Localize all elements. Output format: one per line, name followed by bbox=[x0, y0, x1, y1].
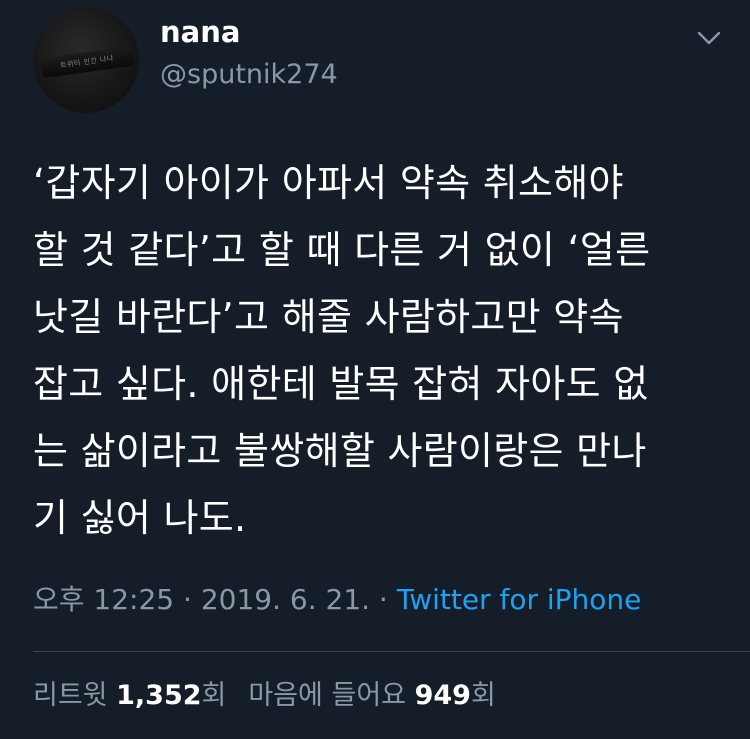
retweets-stat[interactable]: 리트윗 1,352회 bbox=[33, 680, 226, 711]
likes-unit: 회 bbox=[470, 680, 496, 711]
tweet-stats: 리트윗 1,352회 마음에 들어요 949회 bbox=[33, 678, 496, 714]
tweet-meta: 오후 12:25 · 2019. 6. 21. · Twitter for iP… bbox=[33, 582, 641, 618]
chevron-down-icon[interactable] bbox=[695, 28, 723, 48]
retweets-unit: 회 bbox=[201, 680, 227, 711]
avatar-text: 트위터 인간 나나 bbox=[59, 54, 115, 70]
display-name[interactable]: nana bbox=[160, 14, 240, 50]
tweet-source-link[interactable]: Twitter for iPhone bbox=[397, 583, 642, 616]
meta-separator: · bbox=[370, 583, 397, 616]
likes-count: 949 bbox=[414, 680, 471, 711]
user-handle[interactable]: @sputnik274 bbox=[160, 58, 338, 92]
meta-separator: · bbox=[174, 583, 201, 616]
retweets-label: 리트윗 bbox=[33, 680, 108, 711]
avatar[interactable]: 트위터 인간 나나 bbox=[33, 7, 139, 113]
divider bbox=[33, 651, 750, 652]
likes-stat[interactable]: 마음에 들어요 949회 bbox=[248, 680, 495, 711]
tweet-date[interactable]: 2019. 6. 21. bbox=[201, 583, 370, 616]
tweet-text: ‘갑자기 아이가 아파서 약속 취소해야 할 것 같다’고 할 때 다른 거 없… bbox=[33, 161, 651, 540]
avatar-watch-strap: 트위터 인간 나나 bbox=[40, 45, 134, 79]
likes-label: 마음에 들어요 bbox=[248, 680, 406, 711]
retweets-count: 1,352 bbox=[116, 680, 202, 711]
tweet-time[interactable]: 오후 12:25 bbox=[33, 583, 174, 616]
